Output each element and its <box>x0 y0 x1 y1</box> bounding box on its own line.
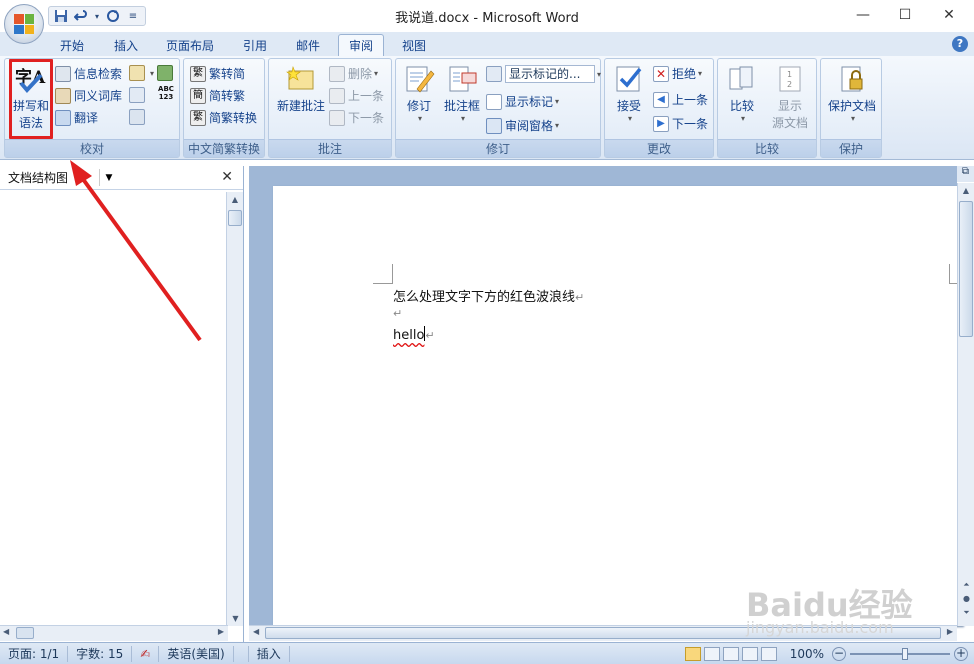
baidu-watermark-url: jingyan.baidu.com <box>746 618 894 637</box>
zoom-slider[interactable] <box>850 647 950 661</box>
outline-view-icon[interactable] <box>741 646 758 661</box>
office-button[interactable] <box>4 4 44 44</box>
status-insert-mode[interactable]: 插入 <box>247 645 290 662</box>
status-bar: 页面: 1/1 字数: 15 ✍ 英语(美国) 插入 100% − + <box>0 642 974 664</box>
full-screen-view-icon[interactable] <box>703 646 720 661</box>
web-layout-view-icon[interactable] <box>722 646 739 661</box>
print-layout-view-icon[interactable] <box>684 646 701 661</box>
status-language[interactable]: 英语(美国) <box>159 645 234 662</box>
zoom-slider-thumb[interactable] <box>902 647 908 660</box>
zoom-level[interactable]: 100% <box>790 647 824 661</box>
proofing-status-icon[interactable]: ✍ <box>132 645 160 662</box>
draft-view-icon[interactable] <box>760 646 777 661</box>
annotation-arrow <box>70 160 202 342</box>
zoom-in-icon[interactable]: + <box>954 646 968 661</box>
office-logo-icon <box>14 14 34 34</box>
status-page[interactable]: 页面: 1/1 <box>0 645 69 662</box>
status-word-count[interactable]: 字数: 15 <box>68 645 133 662</box>
zoom-out-icon[interactable]: − <box>832 646 846 661</box>
